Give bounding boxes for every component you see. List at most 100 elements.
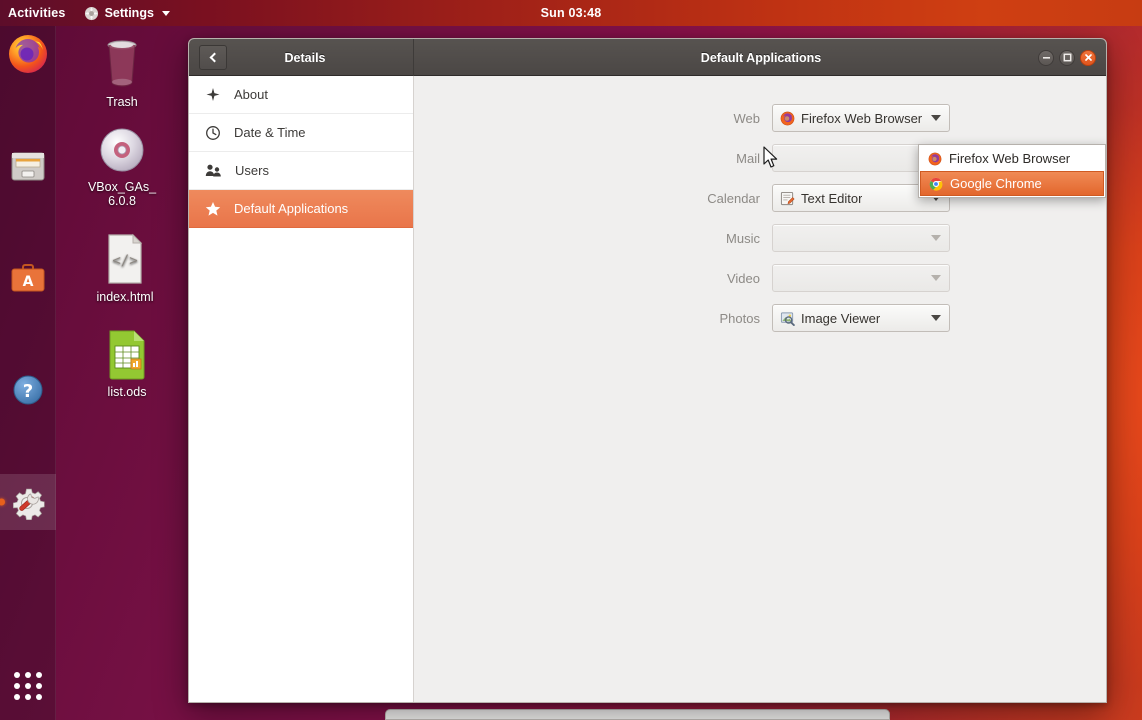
desktop: Activities Settings Sun 03:48 [0, 0, 1142, 720]
html-file-icon: </> [103, 233, 147, 285]
sidebar-item-label: Users [235, 163, 269, 178]
firefox-icon [6, 32, 50, 76]
pref-label-video: Video [570, 271, 760, 286]
activities-button[interactable]: Activities [0, 6, 76, 20]
combo-web-value: Firefox Web Browser [801, 111, 922, 126]
web-dropdown-popup: Firefox Web Browser Google Chrome [918, 144, 1106, 198]
svg-text:</>: </> [112, 253, 137, 269]
maximize-icon [1063, 53, 1072, 62]
desktop-icon-label: list.ods [108, 385, 147, 399]
close-icon [1084, 53, 1093, 62]
combo-web[interactable]: Firefox Web Browser [772, 104, 950, 132]
window-controls [1038, 50, 1106, 66]
help-icon: ? [6, 368, 50, 412]
sidebar-item-label: Default Applications [234, 201, 348, 216]
dock-item-help[interactable]: ? [0, 362, 56, 418]
combo-music[interactable] [772, 224, 950, 252]
window-title: Default Applications [414, 51, 1038, 65]
app-grid-button[interactable] [0, 660, 56, 712]
dropdown-option-label: Firefox Web Browser [949, 151, 1070, 166]
desktop-icon-label: Trash [106, 95, 138, 109]
panel-title: Details [227, 51, 413, 65]
top-bar: Activities Settings Sun 03:48 [0, 0, 1142, 26]
sidebar-item-users[interactable]: Users [189, 152, 413, 190]
minimize-icon [1042, 53, 1051, 62]
close-button[interactable] [1080, 50, 1096, 66]
back-button[interactable] [199, 45, 227, 70]
window-titlebar: Details Default Applications [189, 39, 1106, 76]
clock-icon [205, 125, 221, 141]
trash-icon [97, 34, 147, 90]
default-applications-panel: Web Firefox Web Browser [414, 76, 1106, 703]
pref-label-music: Music [570, 231, 760, 246]
desktop-icon-label: index.html [97, 290, 154, 304]
desktop-icon-index-html[interactable]: </> index.html [79, 233, 171, 304]
star-icon [205, 201, 221, 217]
users-icon [205, 163, 222, 179]
desktop-icon-label-line1: VBox_GAs_ [88, 180, 156, 194]
pref-row-photos: Photos Image Viewer [414, 304, 1106, 332]
desktop-icon-vbox-gas[interactable]: VBox_GAs_ 6.0.8 [76, 125, 168, 208]
sidebar-item-about[interactable]: About [189, 76, 413, 114]
chevron-down-icon [931, 115, 941, 121]
background-window-peek[interactable] [385, 709, 890, 720]
clock[interactable]: Sun 03:48 [541, 6, 602, 20]
sidebar-item-label: About [234, 87, 268, 102]
ubuntu-software-icon: A [6, 256, 50, 300]
chevron-down-icon [931, 235, 941, 241]
files-icon [6, 144, 50, 188]
firefox-icon [928, 152, 942, 166]
preferences-list: Web Firefox Web Browser [414, 104, 1106, 332]
dropdown-option-label: Google Chrome [950, 176, 1042, 191]
sparkle-icon [205, 87, 221, 103]
maximize-button[interactable] [1059, 50, 1075, 66]
chevron-left-icon [210, 53, 220, 63]
pref-label-mail: Mail [570, 151, 760, 166]
spreadsheet-file-icon [104, 328, 150, 380]
desktop-icon-trash[interactable]: Trash [76, 34, 168, 109]
dock: A ? [0, 26, 56, 720]
desktop-icon-label-line2: 6.0.8 [108, 194, 136, 208]
app-menu-settings[interactable]: Settings [76, 6, 178, 21]
combo-calendar-value: Text Editor [801, 191, 862, 206]
chevron-down-icon [162, 11, 170, 16]
settings-window: Details Default Applications [188, 38, 1107, 703]
pref-row-music: Music [414, 224, 1106, 252]
titlebar-right-pane: Default Applications [414, 39, 1106, 76]
cd-disc-icon [97, 125, 147, 175]
pref-label-photos: Photos [570, 311, 760, 326]
settings-gear-icon [84, 6, 99, 21]
dock-item-ubuntu-software[interactable]: A [0, 250, 56, 306]
combo-photos[interactable]: Image Viewer [772, 304, 950, 332]
chevron-down-icon [931, 275, 941, 281]
chrome-icon [929, 177, 943, 191]
image-viewer-icon [780, 311, 795, 326]
combo-photos-value: Image Viewer [801, 311, 880, 326]
sidebar-item-label: Date & Time [234, 125, 306, 140]
app-menu-label: Settings [105, 6, 154, 20]
svg-text:A: A [23, 274, 34, 290]
minimize-button[interactable] [1038, 50, 1054, 66]
pref-row-video: Video [414, 264, 1106, 292]
pref-label-calendar: Calendar [570, 191, 760, 206]
dock-item-files[interactable] [0, 138, 56, 194]
pref-row-web: Web Firefox Web Browser [414, 104, 1106, 132]
chevron-down-icon [931, 315, 941, 321]
desktop-icon-list-ods[interactable]: list.ods [81, 328, 173, 399]
dock-item-settings[interactable] [0, 474, 56, 530]
settings-icon [6, 480, 50, 524]
combo-video[interactable] [772, 264, 950, 292]
svg-text:?: ? [23, 381, 33, 402]
dock-item-firefox[interactable] [0, 26, 56, 82]
window-body: About Date & Time Us [189, 76, 1106, 703]
titlebar-left-pane: Details [189, 39, 414, 76]
text-editor-icon [780, 191, 795, 206]
dropdown-option-firefox[interactable]: Firefox Web Browser [920, 146, 1104, 171]
firefox-icon [780, 111, 795, 126]
grid-dots-icon [14, 672, 42, 700]
settings-sidebar: About Date & Time Us [189, 76, 414, 703]
dropdown-option-chrome[interactable]: Google Chrome [920, 171, 1104, 196]
sidebar-item-default-applications[interactable]: Default Applications [189, 190, 413, 228]
pref-label-web: Web [570, 111, 760, 126]
sidebar-item-date-time[interactable]: Date & Time [189, 114, 413, 152]
